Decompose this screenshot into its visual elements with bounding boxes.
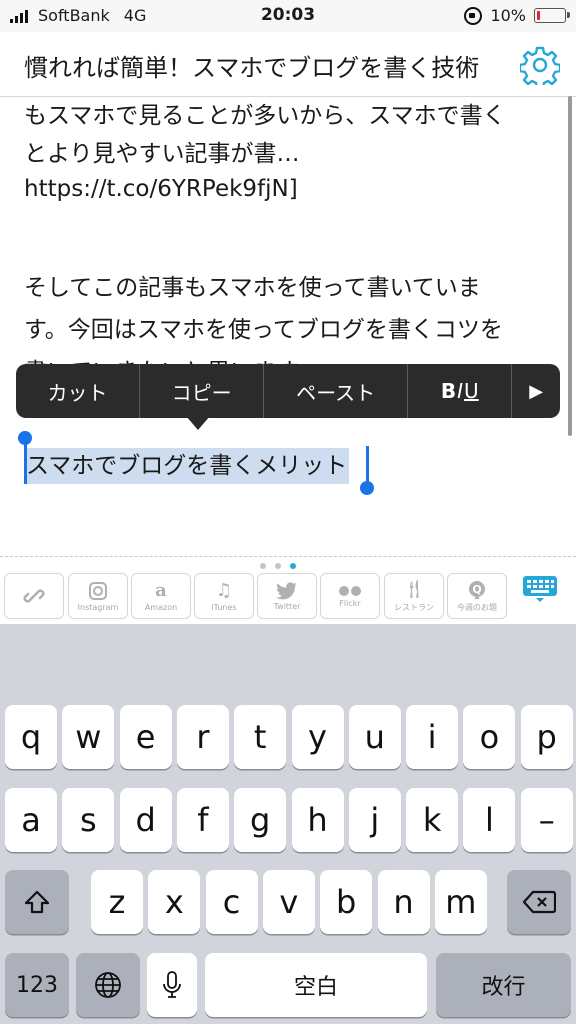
globe-key[interactable]: [76, 953, 140, 1017]
keyboard-hide-icon[interactable]: [520, 574, 560, 604]
twitter-button[interactable]: Twitter: [257, 573, 317, 619]
selection-start-handle[interactable]: [18, 431, 32, 445]
microphone-icon: [163, 971, 181, 998]
key-w[interactable]: w: [62, 705, 115, 769]
key-q[interactable]: q: [5, 705, 57, 769]
key-k[interactable]: k: [406, 788, 459, 852]
instagram-icon: [89, 581, 107, 600]
title-bar: 慣れれば簡単！スマホでブログを書く技術: [0, 32, 576, 97]
page-dot: [275, 563, 281, 569]
scrollbar[interactable]: [568, 96, 572, 436]
instagram-label: Instagram: [77, 602, 119, 612]
italic-label: I: [457, 379, 463, 403]
article-line: そしてこの記事もスマホを使って書いていま: [24, 275, 481, 301]
selected-text[interactable]: スマホでブログを書くメリット: [24, 448, 350, 484]
numbers-key[interactable]: 123: [5, 953, 69, 1017]
link-icon: [23, 589, 45, 603]
key-r[interactable]: r: [176, 705, 229, 769]
twitter-label: Twitter: [273, 601, 301, 611]
article-line: す。今回はスマホを使ってブログを書くコツを: [24, 317, 503, 343]
flickr-button[interactable]: Flickr: [320, 573, 380, 619]
flickr-label: Flickr: [339, 598, 361, 608]
key-c[interactable]: c: [205, 870, 258, 934]
weekly-topic-label: 今週のお題: [457, 602, 497, 612]
article-line: もスマホで見ることが多いから、スマホで書く: [24, 103, 506, 129]
twitter-icon: [276, 581, 297, 599]
article-line: とより見やすい記事が書…: [24, 141, 300, 167]
key-b[interactable]: b: [320, 870, 373, 934]
question-icon: Q: [469, 580, 485, 599]
copy-button[interactable]: コピー: [140, 364, 265, 418]
key-o[interactable]: o: [463, 705, 516, 769]
restaurant-icon: 🍴︎: [402, 578, 426, 600]
restaurant-label: レストラン: [394, 602, 434, 612]
key-d[interactable]: d: [119, 788, 172, 852]
gear-icon[interactable]: [520, 45, 560, 85]
key-u[interactable]: u: [348, 705, 401, 769]
delete-key[interactable]: [507, 870, 571, 934]
key-h[interactable]: h: [291, 788, 344, 852]
more-arrow-icon[interactable]: ▶: [512, 364, 560, 418]
key-s[interactable]: s: [62, 788, 115, 852]
paste-button[interactable]: ペースト: [264, 364, 409, 418]
key-g[interactable]: g: [234, 788, 287, 852]
globe-icon: [95, 972, 121, 998]
backspace-icon: [522, 890, 556, 914]
svg-text:Q: Q: [472, 583, 481, 596]
weekly-topic-button[interactable]: Q 今週のお題: [447, 573, 507, 619]
amazon-button[interactable]: a Amazon: [131, 573, 191, 619]
cut-button[interactable]: カット: [16, 364, 141, 418]
bold-label: B: [440, 379, 457, 403]
space-key[interactable]: 空白: [205, 953, 427, 1017]
shift-key[interactable]: [5, 870, 69, 934]
status-bar: SoftBank 4G 20:03 10%: [0, 0, 576, 32]
instagram-button[interactable]: Instagram: [68, 573, 128, 619]
itunes-label: iTunes: [211, 602, 237, 612]
battery-level: [537, 11, 540, 20]
rotation-lock-icon: [464, 6, 483, 25]
key-n[interactable]: n: [377, 870, 430, 934]
selection-end-handle[interactable]: [360, 481, 374, 495]
page-dot-active: [290, 563, 296, 569]
key-e[interactable]: e: [119, 705, 172, 769]
key-j[interactable]: j: [348, 788, 401, 852]
status-right: 10%: [464, 6, 570, 25]
article-link[interactable]: https://t.co/6YRPek9fjN]: [24, 176, 298, 202]
key-f[interactable]: f: [176, 788, 229, 852]
key-i[interactable]: i: [406, 705, 459, 769]
return-key[interactable]: 改行: [436, 953, 571, 1017]
underline-label: U: [464, 379, 479, 403]
key-p[interactable]: p: [520, 705, 573, 769]
itunes-button[interactable]: ♫ iTunes: [194, 573, 254, 619]
menu-pointer: [186, 416, 210, 430]
battery-percent: 10%: [490, 6, 526, 25]
selection-start-bar: [24, 444, 27, 484]
microphone-key[interactable]: [147, 953, 197, 1017]
amazon-icon: a: [155, 579, 167, 601]
edit-menu: カット コピー ペースト B I U ▶: [16, 364, 560, 418]
link-button[interactable]: [4, 573, 64, 619]
article-title[interactable]: 慣れれば簡単！スマホでブログを書く技術: [24, 48, 479, 83]
flickr-icon: [339, 585, 361, 596]
key-a[interactable]: a: [5, 788, 57, 852]
key-z[interactable]: z: [91, 870, 143, 934]
key-x[interactable]: x: [148, 870, 201, 934]
battery-icon: [534, 8, 570, 23]
key-l[interactable]: l: [463, 788, 516, 852]
article-body[interactable]: もスマホで見ることが多いから、スマホで書く とより見やすい記事が書… https…: [24, 96, 548, 556]
page-dots: [260, 563, 296, 569]
format-button[interactable]: B I U: [408, 364, 513, 418]
amazon-label: Amazon: [144, 602, 178, 612]
page-dot: [260, 563, 266, 569]
key-dash[interactable]: –: [520, 788, 573, 852]
key-y[interactable]: y: [291, 705, 344, 769]
itunes-icon: ♫: [215, 579, 233, 601]
key-v[interactable]: v: [262, 870, 315, 934]
restaurant-button[interactable]: 🍴︎ レストラン: [384, 573, 444, 619]
key-m[interactable]: m: [434, 870, 487, 934]
key-t[interactable]: t: [234, 705, 287, 769]
shift-icon: [24, 890, 50, 914]
selection-end-bar: [366, 446, 369, 486]
